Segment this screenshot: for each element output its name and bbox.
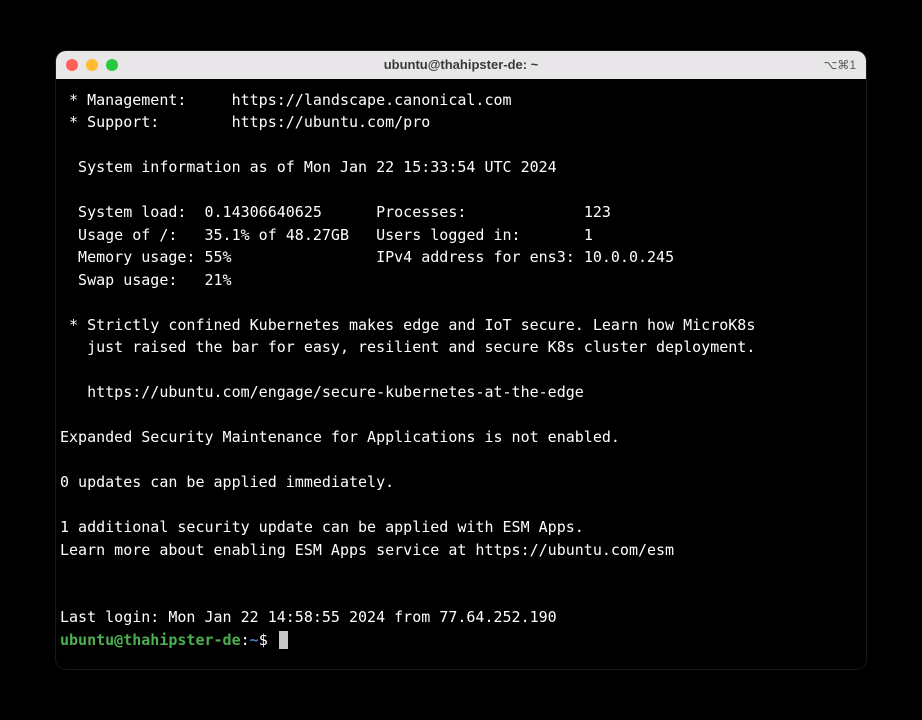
swap-value: 21% xyxy=(205,271,232,289)
terminal-body[interactable]: * Management: https://landscape.canonica… xyxy=(56,79,866,670)
terminal-window: ubuntu@thahipster-de: ~ ⌥⌘1 * Management… xyxy=(56,51,866,670)
ipv4-label: IPv4 address for ens3: xyxy=(376,248,575,266)
blank-line xyxy=(56,584,866,607)
sysinfo-header: System information as of Mon Jan 22 15:3… xyxy=(56,156,866,179)
system-load-label: System load: xyxy=(60,203,186,221)
stats-row-4: Swap usage: 21% xyxy=(56,269,866,292)
stats-row-1: System load: 0.14306640625 Processes: 12… xyxy=(56,201,866,224)
system-load-value: 0.14306640625 xyxy=(205,203,322,221)
traffic-lights xyxy=(66,59,118,71)
users-label: Users logged in: xyxy=(376,226,521,244)
k8s-line1: * Strictly confined Kubernetes makes edg… xyxy=(56,314,866,337)
blank-line xyxy=(56,359,866,382)
usage-value: 35.1% of 48.27GB xyxy=(205,226,350,244)
last-login: Last login: Mon Jan 22 14:58:55 2024 fro… xyxy=(56,606,866,629)
ipv4-value: 10.0.0.245 xyxy=(584,248,674,266)
prompt-separator: : xyxy=(241,631,250,649)
updates-line: 0 updates can be applied immediately. xyxy=(56,471,866,494)
prompt-path: ~ xyxy=(250,631,259,649)
close-icon[interactable] xyxy=(66,59,78,71)
support-label: * Support: xyxy=(60,113,159,131)
users-value: 1 xyxy=(584,226,593,244)
processes-label: Processes: xyxy=(376,203,466,221)
prompt-dollar: $ xyxy=(259,631,277,649)
prompt-line[interactable]: ubuntu@thahipster-de:~$ xyxy=(56,629,866,652)
blank-line xyxy=(56,561,866,584)
maximize-icon[interactable] xyxy=(106,59,118,71)
esm-update-2: Learn more about enabling ESM Apps servi… xyxy=(56,539,866,562)
window-title: ubuntu@thahipster-de: ~ xyxy=(384,57,539,72)
management-label: * Management: xyxy=(60,91,186,109)
prompt-user-host: ubuntu@thahipster-de xyxy=(60,631,241,649)
window-shortcut: ⌥⌘1 xyxy=(823,58,856,72)
stats-row-3: Memory usage: 55% IPv4 address for ens3:… xyxy=(56,246,866,269)
swap-label: Swap usage: xyxy=(60,271,177,289)
minimize-icon[interactable] xyxy=(86,59,98,71)
k8s-url: https://ubuntu.com/engage/secure-kuberne… xyxy=(56,381,866,404)
memory-value: 55% xyxy=(205,248,232,266)
processes-value: 123 xyxy=(584,203,611,221)
titlebar: ubuntu@thahipster-de: ~ ⌥⌘1 xyxy=(56,51,866,79)
cursor-icon xyxy=(279,631,288,649)
esm-update-1: 1 additional security update can be appl… xyxy=(56,516,866,539)
support-url: https://ubuntu.com/pro xyxy=(232,113,431,131)
blank-line xyxy=(56,291,866,314)
usage-label: Usage of /: xyxy=(60,226,177,244)
blank-line xyxy=(56,449,866,472)
k8s-line2: just raised the bar for easy, resilient … xyxy=(56,336,866,359)
stats-row-2: Usage of /: 35.1% of 48.27GB Users logge… xyxy=(56,224,866,247)
blank-line xyxy=(56,179,866,202)
blank-line xyxy=(56,404,866,427)
motd-support: * Support: https://ubuntu.com/pro xyxy=(56,111,866,134)
motd-management: * Management: https://landscape.canonica… xyxy=(56,89,866,112)
blank-line xyxy=(56,134,866,157)
memory-label: Memory usage: xyxy=(60,248,195,266)
management-url: https://landscape.canonical.com xyxy=(232,91,512,109)
esm-notice: Expanded Security Maintenance for Applic… xyxy=(56,426,866,449)
blank-line xyxy=(56,494,866,517)
